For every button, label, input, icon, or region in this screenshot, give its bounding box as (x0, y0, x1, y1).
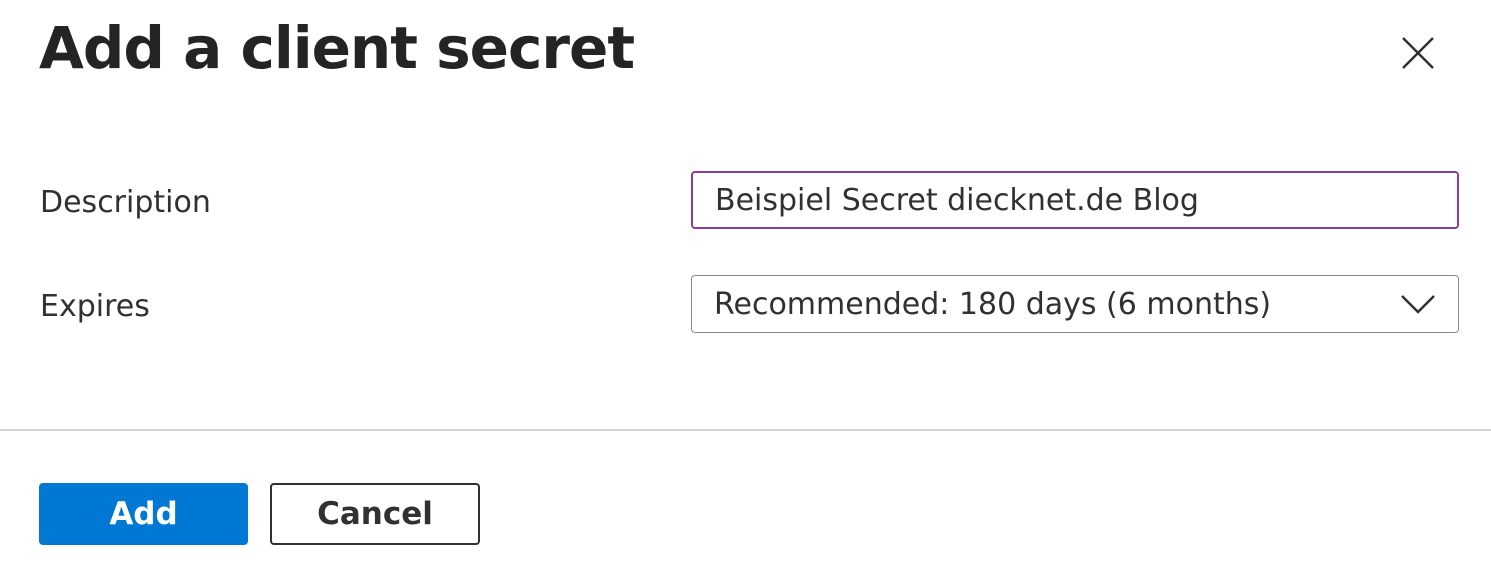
add-button[interactable]: Add (39, 483, 248, 545)
cancel-button[interactable]: Cancel (270, 483, 480, 545)
expires-dropdown[interactable]: Recommended: 180 days (6 months) (691, 275, 1459, 333)
description-label: Description (40, 185, 211, 220)
close-icon[interactable] (1400, 35, 1436, 71)
expires-selected-value: Recommended: 180 days (6 months) (714, 286, 1272, 322)
dialog-title: Add a client secret (39, 14, 635, 82)
footer-divider (0, 429, 1491, 431)
description-input[interactable] (691, 171, 1459, 229)
expires-label: Expires (40, 289, 150, 324)
chevron-down-icon (1401, 295, 1435, 314)
